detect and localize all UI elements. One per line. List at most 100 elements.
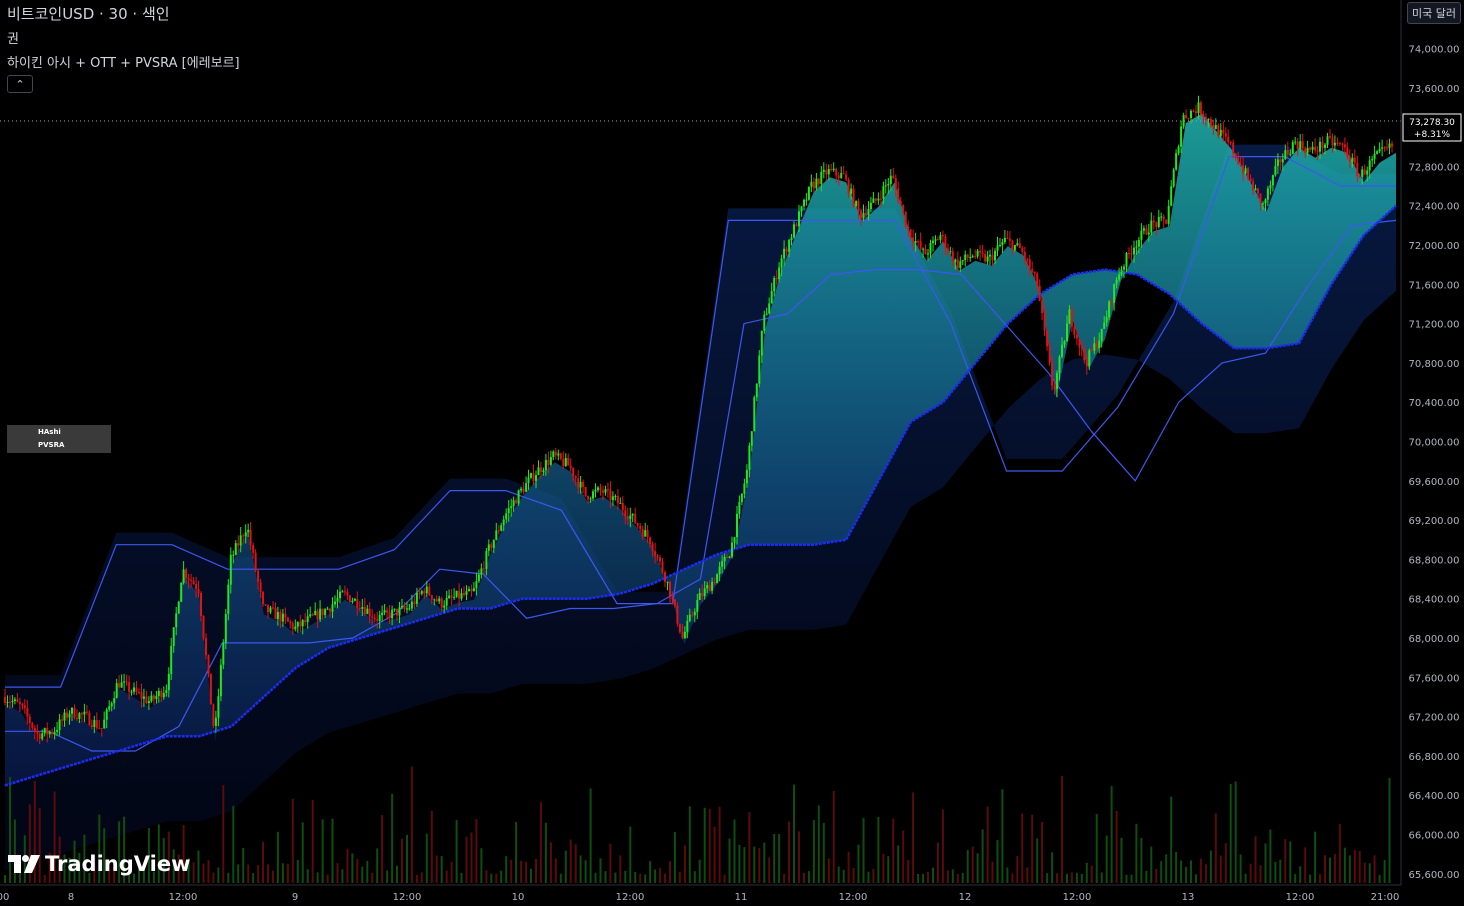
volume-bar [281,863,284,883]
candle-body [373,617,376,620]
candle-body [21,703,24,706]
candle-body [410,601,413,609]
candle-body [1239,164,1242,166]
volume-bar [683,845,686,883]
volume-bar [336,863,339,883]
candle-body [319,608,322,620]
candle-body [1008,238,1011,241]
volume-bar [500,870,503,883]
candle-body [790,237,793,240]
y-tick-label: 71,200.00 [1409,320,1460,331]
volume-bar [599,858,602,883]
candle-body [1023,251,1026,260]
candle-body [301,620,304,627]
candle-body [276,612,279,620]
volume-bar [922,873,925,883]
candle-body [1006,237,1009,239]
candle-body [98,727,101,729]
volume-bar [296,859,299,883]
candle-body [706,585,709,589]
currency-button[interactable]: 미국 달러 [1407,2,1461,24]
candle-body [366,608,369,614]
volume-bar [996,840,999,883]
volume-bar [768,857,771,883]
candle-body [1031,269,1034,273]
volume-bar [207,860,210,883]
candle-body [894,178,897,189]
candle-body [1386,147,1388,149]
volume-bar [584,860,587,883]
candle-body [11,701,14,702]
volume-bar [450,861,453,883]
candle-body [401,606,403,608]
candle-body [1150,220,1153,233]
candle-body [537,467,540,476]
volume-bar [1165,854,1168,883]
candle-body [1100,328,1103,341]
candle-body [711,581,714,591]
candle-body [1276,159,1279,166]
volume-bar [510,859,513,883]
candle-body [1190,110,1192,118]
volume-bar [391,794,394,883]
candle-body [934,239,937,241]
candle-body [649,537,652,544]
candle-body [177,601,180,614]
volume-bar [1338,824,1341,883]
volume-bar [445,870,448,883]
candle-body [631,513,634,516]
candle-body [1333,142,1336,146]
y-tick-label: 68,000.00 [1409,634,1460,645]
candle-body [108,706,111,710]
candle-body [1120,269,1123,275]
candle-body [936,239,939,241]
candle-body [639,525,642,530]
candle-body [686,621,689,632]
candle-body [383,610,386,613]
candle-body [353,598,356,601]
candle-body [914,241,917,243]
last-change-text: +8.31% [1414,130,1451,140]
indicator-title[interactable]: 하이킨 아시 + OTT + PVSRA [에레보르] [7,52,240,71]
volume-bar [505,856,508,883]
candle-body [678,623,681,633]
volume-bar [1135,823,1138,883]
candle-body [991,254,994,261]
candle-body [1311,146,1314,150]
candle-body [1264,199,1267,204]
price-chart[interactable]: 74,000.00 73,600.00 72,800.00 72,400.00 72,0… [0,0,1464,906]
candle-body [413,601,416,604]
tradingview-logo: TradingView [8,850,190,878]
candle-body [1269,185,1272,189]
candle-body [1259,193,1262,204]
indicator-legend-box[interactable]: HAshi PVSRA [7,425,111,453]
volume-bar [242,848,245,883]
candle-body [1301,141,1304,149]
candle-body [1098,340,1101,348]
candle-body [592,491,594,499]
candle-body [520,488,523,491]
volume-bar [539,802,542,883]
candle-body [468,589,470,592]
volume-bar [1145,870,1148,883]
volume-bar [326,874,329,883]
candle-body [874,198,877,201]
candle-body [1113,284,1116,303]
volume-bar [1299,866,1302,883]
candle-body [1368,160,1371,171]
candle-body [425,586,428,594]
candle-body [949,251,952,253]
x-tick-label: 21:00 [1371,892,1400,903]
volume-bar [1378,875,1381,883]
candle-body [142,696,145,699]
candle-body [1314,146,1317,151]
candle-body [927,253,929,255]
candle-body [1187,118,1190,119]
candle-body [356,598,359,608]
candle-body [740,493,743,502]
candle-body [1075,334,1078,339]
candle-body [1145,228,1148,235]
collapse-button[interactable]: ⌃ [7,75,33,93]
volume-bar [301,822,304,883]
candle-body [329,608,331,612]
